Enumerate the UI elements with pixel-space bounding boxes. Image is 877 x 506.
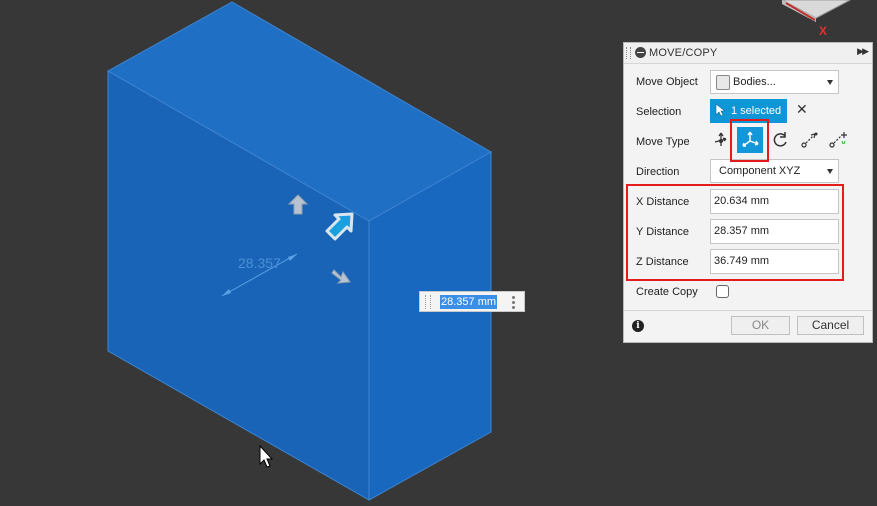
chevron-down-icon (827, 169, 833, 174)
direction-label: Direction (636, 166, 680, 178)
cursor-icon (715, 103, 726, 117)
chevron-down-icon (827, 80, 833, 85)
y-distance-label: Y Distance (636, 226, 689, 238)
divider (624, 310, 872, 311)
create-copy-checkbox[interactable] (716, 285, 729, 298)
translate-icon (742, 131, 759, 147)
more-options-icon[interactable] (512, 294, 515, 311)
free-move-icon[interactable] (711, 130, 731, 150)
translate-type-button[interactable] (737, 127, 763, 153)
x-distance-label: X Distance (636, 196, 690, 208)
point-to-position-icon[interactable] (828, 130, 848, 150)
panel-title: MOVE/COPY (649, 47, 718, 59)
move-object-dropdown[interactable]: Bodies... (710, 70, 839, 94)
dimension-label: 28.357 (238, 255, 281, 271)
info-icon[interactable]: i (632, 320, 644, 332)
create-copy-label: Create Copy (636, 286, 698, 298)
panel-header[interactable]: MOVE/COPY ▶▶ (624, 43, 872, 64)
ok-button[interactable]: OK (731, 316, 790, 335)
bodies-icon (716, 75, 730, 90)
z-distance-value: 36.749 mm (714, 255, 770, 267)
y-distance-field[interactable]: 28.357 mm (710, 219, 839, 244)
mouse-cursor-icon (259, 444, 274, 468)
move-object-value: Bodies... (733, 76, 776, 88)
view-cube-x-label: X (819, 24, 827, 38)
inline-distance-input[interactable]: 28.357 mm (419, 291, 525, 312)
y-distance-value: 28.357 mm (714, 225, 770, 237)
rotate-icon[interactable] (770, 130, 790, 150)
panel-grip[interactable] (626, 47, 631, 59)
move-copy-panel: MOVE/COPY ▶▶ Move Object Bodies... Selec… (623, 42, 873, 343)
move-type-label: Move Type (636, 136, 690, 148)
z-distance-field[interactable]: 36.749 mm (710, 249, 839, 274)
z-distance-label: Z Distance (636, 256, 689, 268)
x-distance-field[interactable]: 20.634 mm (710, 189, 839, 214)
view-cube[interactable]: X (781, 0, 851, 38)
point-to-point-icon[interactable] (800, 130, 820, 150)
selection-label: Selection (636, 106, 682, 118)
x-distance-value: 20.634 mm (714, 195, 770, 207)
expand-icon[interactable]: ▶▶ (857, 46, 869, 57)
clear-selection-icon[interactable]: ✕ (796, 101, 808, 118)
direction-dropdown[interactable]: Component XYZ (710, 159, 839, 183)
stop-icon[interactable] (635, 47, 646, 58)
selection-count: 1 selected (731, 105, 782, 117)
body-box[interactable] (106, 1, 493, 501)
direction-value: Component XYZ (719, 165, 801, 177)
inline-distance-value[interactable]: 28.357 mm (440, 295, 497, 309)
drag-grip[interactable] (425, 295, 431, 309)
selection-button[interactable]: 1 selected (710, 99, 787, 123)
move-object-label: Move Object (636, 76, 698, 88)
cancel-button[interactable]: Cancel (797, 316, 864, 335)
